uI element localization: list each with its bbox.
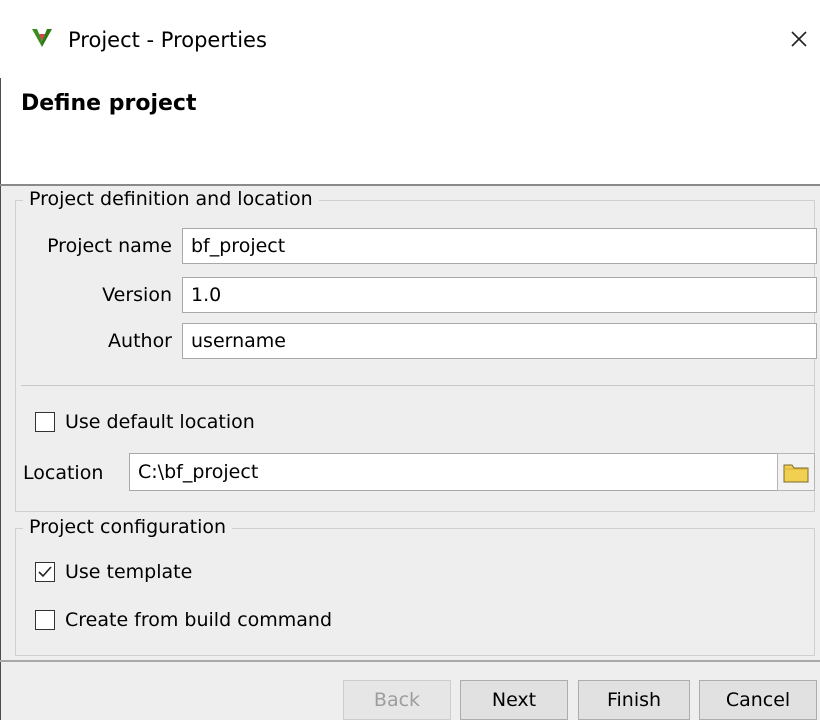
finish-button[interactable]: Finish [578,680,690,720]
project-name-label: Project name [47,235,172,257]
dialog-header: Define project [0,78,820,184]
cancel-button[interactable]: Cancel [699,680,817,720]
definition-separator [21,385,815,386]
back-button[interactable]: Back [343,680,451,720]
author-label: Author [108,330,172,352]
use-default-location-label: Use default location [65,411,255,433]
close-icon[interactable] [784,22,814,58]
create-from-build-checkbox[interactable] [35,610,55,630]
checkmark-icon [38,566,52,578]
use-default-location-checkbox[interactable] [35,412,55,432]
next-button[interactable]: Next [460,680,568,720]
properties-panel: Project definition and location Project … [0,186,820,660]
definition-group-legend: Project definition and location [23,187,319,211]
use-template-label: Use template [65,561,193,583]
configuration-group [15,528,815,656]
configuration-group-legend: Project configuration [23,515,233,539]
button-bar: Back Next Finish Cancel [0,662,820,720]
version-field[interactable] [182,277,817,313]
project-name-field[interactable] [182,228,817,264]
location-field[interactable] [129,453,779,491]
v-logo-icon [30,26,54,50]
create-from-build-label: Create from build command [65,609,333,631]
window-title: Project - Properties [68,28,267,52]
browse-location-button[interactable] [777,453,815,491]
title-bar: Project - Properties [0,0,820,78]
page-title: Define project [21,91,197,116]
version-label: Version [102,284,172,306]
author-field[interactable] [182,323,817,359]
location-label: Location [23,462,104,484]
use-template-checkbox[interactable] [35,562,55,582]
folder-icon [783,461,809,483]
